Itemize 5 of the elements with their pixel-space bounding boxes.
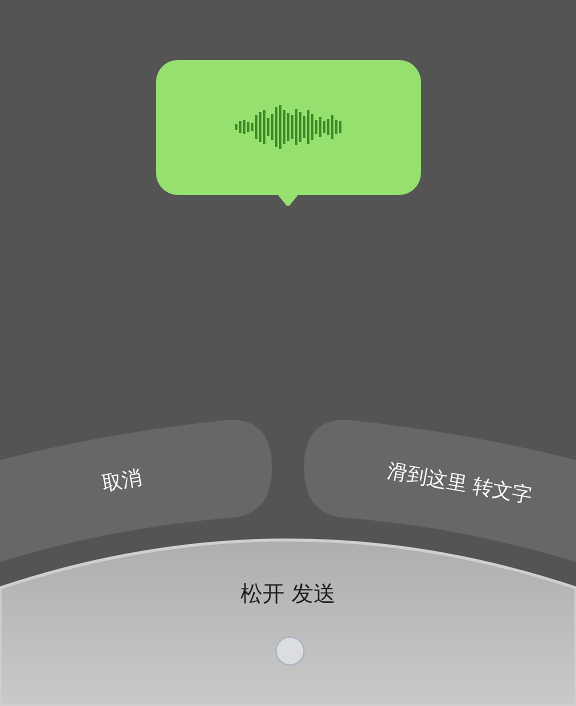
transcribe-button[interactable]: 滑到这里 转文字 xyxy=(304,420,576,562)
finger-dot-icon xyxy=(275,636,305,666)
cancel-button[interactable]: 取消 xyxy=(0,420,272,562)
waveform-icon xyxy=(234,105,341,149)
release-to-send-button[interactable]: 松开 发送 xyxy=(0,538,576,706)
